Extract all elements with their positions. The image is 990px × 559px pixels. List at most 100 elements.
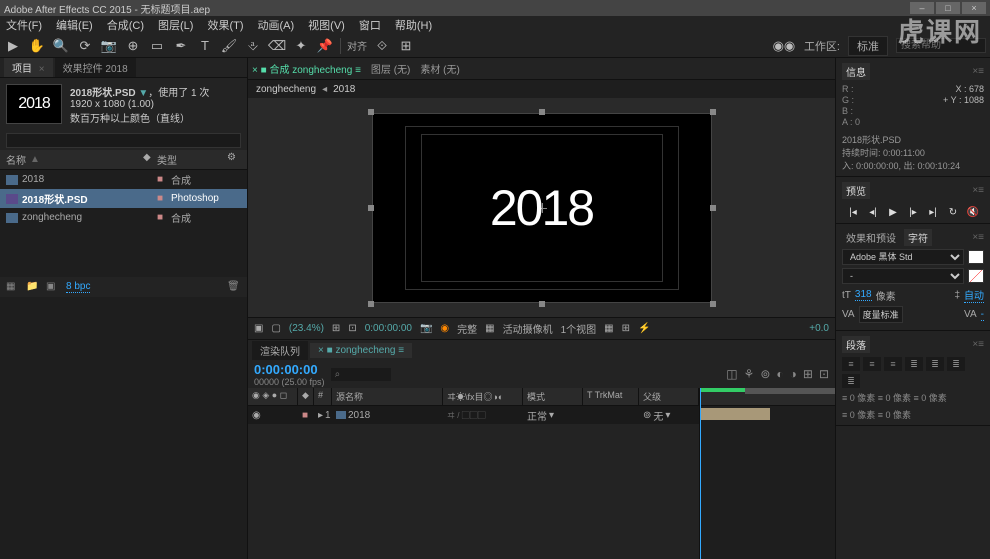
graph-editor-icon[interactable]: ⊞ [803,367,813,381]
time-ruler[interactable] [700,388,835,406]
hand-tool-icon[interactable]: ✋ [28,37,46,55]
flow-icon[interactable]: ▼ [138,88,148,99]
eraser-tool-icon[interactable]: ⌫ [268,37,286,55]
project-row[interactable]: 2018 ■ 合成 [0,170,247,189]
justify-all-icon[interactable]: ≣ [842,374,860,388]
workspace-dropdown[interactable]: 标准 [848,36,888,56]
playhead[interactable] [700,388,701,559]
selection-tool-icon[interactable]: ▶ [4,37,22,55]
loop-icon[interactable]: ↻ [945,205,961,219]
mute-icon[interactable]: 🔇 [965,205,981,219]
menu-window[interactable]: 窗口 [359,17,381,33]
menu-file[interactable]: 文件(F) [6,17,42,33]
project-search-input[interactable] [6,133,241,148]
blend-mode-dropdown[interactable]: 正常 [527,408,547,423]
expand-icon[interactable]: ▸ [318,410,323,421]
font-size-value[interactable]: 318 [855,289,872,301]
info-tab[interactable]: 信息 [842,63,870,80]
sort-asc-icon[interactable]: ▲ [30,154,40,165]
align-left-icon[interactable]: ≡ [842,357,860,371]
effects-presets-tab[interactable]: 效果和预设 [842,229,900,246]
time-navigator[interactable] [745,388,835,394]
comp-time[interactable]: 0:00:00:00 [365,323,412,334]
menu-effect[interactable]: 效果(T) [207,17,243,33]
menu-layer[interactable]: 图层(L) [158,17,193,33]
parent-dropdown[interactable]: 无 [653,408,663,423]
snap-label[interactable]: 对齐 [347,38,367,53]
timeline-tab[interactable]: × ■ zonghecheng ≡ [310,343,412,358]
mag-icon[interactable]: ▣ [254,323,263,334]
shy-icon[interactable]: ⚙ [227,152,241,167]
clone-tool-icon[interactable]: ⎀ [244,37,262,55]
timeline-track-area[interactable] [700,388,835,559]
project-tab[interactable]: 项目 × [4,58,53,77]
justify-right-icon[interactable]: ≣ [947,357,965,371]
help-search-input[interactable] [896,38,986,53]
resize-handle[interactable] [710,205,716,211]
resize-handle[interactable] [710,109,716,115]
window-close-icon[interactable]: × [962,2,986,14]
alpha-icon[interactable]: ▢ [271,323,280,334]
timeline-search-input[interactable] [331,368,391,381]
camera-tool-icon[interactable]: 📷 [100,37,118,55]
snap-option-icon[interactable]: ⟐ [373,37,391,55]
fast-preview-icon[interactable]: ⚡ [638,323,650,334]
justify-left-icon[interactable]: ≣ [905,357,923,371]
font-dropdown[interactable]: Adobe 黑体 Std [842,249,964,265]
frame-blend-icon[interactable]: ◐ [776,367,783,381]
shy-toggle-icon[interactable]: ⚘ [744,367,755,381]
view-opt-icon[interactable]: ▦ [604,323,613,334]
resize-handle[interactable] [539,301,545,307]
motion-blur-icon[interactable]: ◑ [790,367,797,381]
menu-animation[interactable]: 动画(A) [258,17,295,33]
canvas[interactable]: 2018 [372,113,712,303]
trash-icon[interactable]: 🗑 [227,281,241,293]
new-comp-icon[interactable]: ▣ [46,281,60,293]
folder-icon[interactable]: 📁 [26,281,40,293]
effect-controls-tab[interactable]: 效果控件 2018 [55,58,136,77]
source-header[interactable]: 源名称 [332,388,443,405]
brainstorm-icon[interactable]: ⊡ [819,367,829,381]
res-icon[interactable]: ⊞ [332,323,340,334]
puppet-tool-icon[interactable]: 📌 [316,37,334,55]
close-icon[interactable]: × [39,64,45,75]
brush-tool-icon[interactable]: 🖌 [220,37,238,55]
footage-tab[interactable]: 素材 (无) [420,61,459,76]
pickwhip-icon[interactable]: ⊚ [643,410,651,421]
orbit-tool-icon[interactable]: ⟳ [76,37,94,55]
composition-viewport[interactable]: 2018 [248,98,835,317]
zoom-dropdown[interactable]: (23.4%) [289,323,324,334]
pen-tool-icon[interactable]: ✒ [172,37,190,55]
ccd-icon[interactable]: ◉◉ [772,37,796,55]
resize-handle[interactable] [368,301,374,307]
views-dropdown[interactable]: 1个视图 [561,321,597,336]
resize-handle[interactable] [368,109,374,115]
paragraph-tab[interactable]: 段落 [842,336,870,353]
justify-center-icon[interactable]: ≣ [926,357,944,371]
window-maximize-icon[interactable]: □ [936,2,960,14]
comp-tab-active[interactable]: × ■ 合成 zonghecheng ≡ [252,61,361,76]
quality-dropdown[interactable]: 完整 [457,321,477,336]
project-row[interactable]: zonghecheng ■ 合成 [0,208,247,227]
prev-frame-icon[interactable]: ◂| [865,205,881,219]
menu-edit[interactable]: 编辑(E) [56,17,93,33]
current-time[interactable]: 0:00:00:00 [254,362,325,377]
layer-row[interactable]: ◉ ■ ▸1 2018 ヰ / ▢▢▢ 正常 ▾ ⊚ 无 ▾ [248,406,699,424]
character-tab[interactable]: 字符 [904,229,932,246]
last-frame-icon[interactable]: ▸| [925,205,941,219]
label-icon[interactable]: ◆ [143,152,151,163]
align-center-icon[interactable]: ≡ [863,357,881,371]
roto-tool-icon[interactable]: ✦ [292,37,310,55]
fx-toggle-icon[interactable]: ⊚ [760,367,770,381]
resize-handle[interactable] [539,109,545,115]
preview-tab[interactable]: 预览 [842,182,870,199]
interpret-icon[interactable]: ▦ [6,281,20,293]
resize-handle[interactable] [368,205,374,211]
first-frame-icon[interactable]: |◂ [845,205,861,219]
grid-icon[interactable]: ⊡ [348,323,356,334]
bpc-value[interactable]: 8 bpc [66,281,90,293]
comp-mini-icon[interactable]: ◫ [726,367,737,381]
camera-dropdown[interactable]: 活动摄像机 [503,321,553,336]
resize-handle[interactable] [710,301,716,307]
type-tool-icon[interactable]: T [196,37,214,55]
